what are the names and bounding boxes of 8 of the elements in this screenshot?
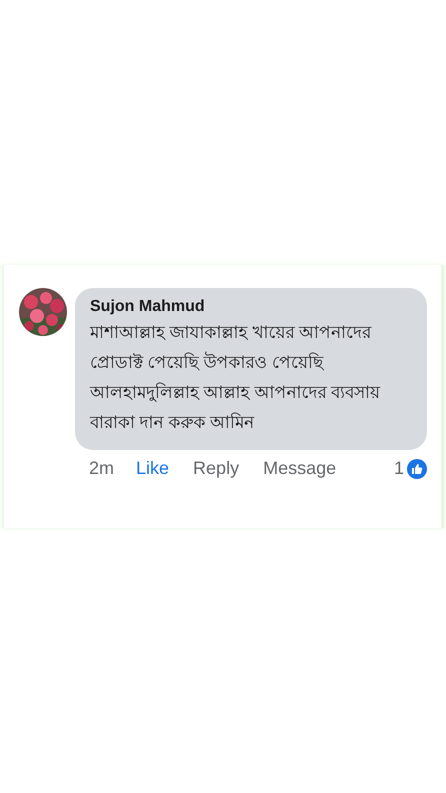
comment-text: মাশাআল্লাহ জাযাকাল্লাহ খায়ের আপনাদের প্রোডাক্ট পেয়েছি উপকারও পেয়েছি আলহামদুলিল্লাহ আল্লাহ আপনাদের ব্যবসায় বারাকা দান করুক আমিন bbox=[90, 322, 382, 434]
thumbs-up-icon bbox=[407, 458, 427, 478]
action-link[interactable]: Message bbox=[263, 458, 336, 479]
action-link[interactable]: Like bbox=[136, 458, 170, 479]
reaction-count: 1 bbox=[394, 458, 404, 479]
author-name[interactable]: Sujon Mahmud bbox=[90, 298, 413, 316]
timestamp: 2m bbox=[89, 458, 114, 479]
action-link[interactable]: Reply bbox=[193, 458, 240, 479]
